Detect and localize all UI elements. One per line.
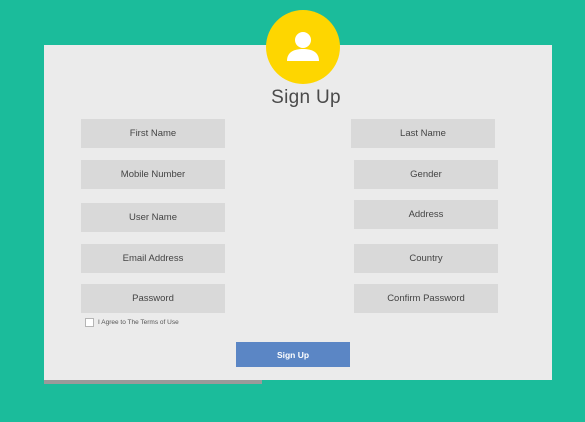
mobile-number-field[interactable] [81,160,225,189]
terms-row: I Agree to The Terms of Use [85,318,179,327]
sign-up-button[interactable]: Sign Up [236,342,350,367]
confirm-password-field[interactable] [354,284,498,313]
user-icon [287,32,319,61]
password-field[interactable] [81,284,225,313]
card-shadow [44,380,262,384]
last-name-field[interactable] [351,119,495,148]
page-title: Sign Up [271,87,341,108]
first-name-field[interactable] [81,119,225,148]
terms-checkbox[interactable] [85,318,94,327]
user-name-field[interactable] [81,203,225,232]
avatar [266,10,340,84]
email-address-field[interactable] [81,244,225,273]
country-field[interactable] [354,244,498,273]
terms-label: I Agree to The Terms of Use [98,319,179,326]
gender-field[interactable] [354,160,498,189]
address-field[interactable] [354,200,498,229]
